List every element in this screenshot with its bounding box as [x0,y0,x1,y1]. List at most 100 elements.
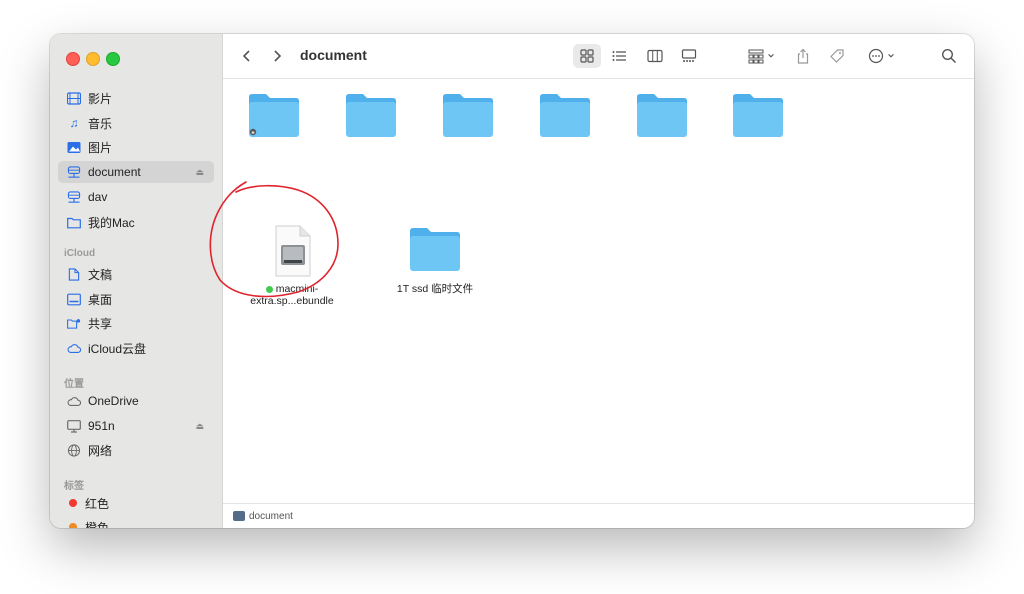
folder-item[interactable] [423,91,513,143]
sidebar-item-label: 951n [88,419,115,433]
sidebar-item-tag-red[interactable]: 红色 [58,492,214,514]
sidebar-item-label: 桌面 [88,292,113,307]
icon-view-button[interactable] [573,44,601,68]
sidebar-item-label: 共享 [88,316,113,331]
eject-icon[interactable]: ⏏ [195,421,204,432]
network-drive-icon [233,511,245,521]
chevron-right-icon[interactable] [267,44,287,68]
gallery-icon [681,49,697,62]
search-button[interactable] [939,44,959,68]
tag-red-dot [69,499,77,507]
disk-image-item[interactable]: macmini- extra.sp...ebundle [242,225,342,307]
sidebar-item-951n[interactable]: 951n ⏏ [58,415,214,437]
folder-item[interactable] [617,91,707,143]
folder-icon [346,94,396,137]
tag-orange-dot [69,523,77,528]
sidebar-item-icloud-drive[interactable]: iCloud云盘 [58,337,214,359]
sidebar-item-tag-orange[interactable]: 橙色 [58,516,214,528]
more-actions-button[interactable] [863,44,899,68]
network-drive-icon [66,190,82,204]
film-icon [66,91,82,105]
network-drive-icon [66,165,82,179]
shared-folder-icon [66,316,82,330]
photo-icon [66,140,82,154]
sidebar-item-label: 网络 [88,443,113,458]
sidebar-item-document[interactable]: document ⏏ [58,161,214,183]
sidebar-item-label: 文稿 [88,267,113,282]
folder-item[interactable] [326,91,416,143]
sidebar-item-label: 橙色 [85,520,110,529]
sidebar-item-movies[interactable]: 影片 [58,87,214,109]
chevron-left-icon[interactable] [237,44,257,68]
sidebar-item-label: 红色 [85,496,110,511]
sidebar-item-pictures[interactable]: 图片 [58,136,214,158]
folder-item[interactable] [520,91,610,143]
finder-window: 影片 ♫ 音乐 图片 document ⏏ dav 我的Mac iCloud 文… [50,34,974,528]
close-button[interactable] [66,52,80,66]
sidebar-item-music[interactable]: ♫ 音乐 [58,112,214,134]
sidebar-item-label: 影片 [88,91,113,106]
sidebar-item-shared[interactable]: 共享 [58,312,214,334]
tag-button[interactable] [827,44,847,68]
sidebar-item-label: iCloud云盘 [88,341,147,356]
list-view-button[interactable] [607,44,631,68]
search-icon [941,48,957,64]
cloud-icon [66,341,82,355]
sidebar-item-label: OneDrive [88,394,139,408]
column-view-button[interactable] [643,44,667,68]
sidebar-item-onedrive[interactable]: OneDrive [58,390,214,412]
chevron-down-icon [767,54,774,58]
sidebar-item-network[interactable]: 网络 [58,439,214,461]
folder-icon [66,215,82,229]
columns-icon [647,49,663,63]
group-grid-icon [748,49,763,64]
folder-icon [540,94,590,137]
folder-icon [637,94,687,137]
grid-icon [580,49,594,63]
file-name: 1T ssd 临时文件 [396,283,474,295]
desktop-icon [66,292,82,306]
sidebar-item-dav[interactable]: dav [58,186,214,208]
sidebar-item-label: 音乐 [88,116,113,131]
tag-green-dot [265,285,273,293]
monitor-icon [66,419,82,433]
disk-image-icon [275,225,311,277]
folder-icon [249,94,299,137]
tag-icon [830,49,844,63]
folder-item[interactable] [713,91,803,143]
sidebar-section-tags: 标签 [64,481,84,492]
folder-icon [443,94,493,137]
cloud-icon [66,394,82,408]
sidebar-item-my-mac[interactable]: 我的Mac [58,211,214,233]
globe-icon [66,443,82,457]
music-icon: ♫ [69,116,79,130]
file-name: macmini- extra.sp...ebundle [250,283,334,307]
sidebar-item-label: dav [88,190,108,204]
minimize-button[interactable] [86,52,100,66]
sidebar-item-label: 图片 [88,140,113,155]
share-icon [797,48,809,64]
gallery-view-button[interactable] [677,44,701,68]
sidebar-item-documents[interactable]: 文稿 [58,263,214,285]
eject-icon[interactable]: ⏏ [195,167,204,178]
ellipsis-circle-icon [868,48,883,64]
folder-icon [733,94,783,137]
path-bar: document [223,503,974,528]
folder-item[interactable] [229,91,319,143]
group-by-button[interactable] [743,44,779,68]
sidebar-item-desktop[interactable]: 桌面 [58,288,214,310]
folder-item[interactable]: 1T ssd 临时文件 [387,225,483,295]
toolbar: document [223,34,974,79]
sidebar-section-locations: 位置 [64,379,84,390]
document-icon [66,267,82,281]
sidebar-item-label: document [88,165,141,179]
path-bar-item[interactable]: document [249,511,293,522]
sidebar-section-icloud: iCloud [64,248,96,259]
zoom-button[interactable] [106,52,120,66]
file-grid: macmini- extra.sp...ebundle 1T ssd 临时文件 [223,79,974,504]
window-title: document [300,47,367,63]
list-icon [612,51,626,61]
folder-icon [410,228,460,271]
sidebar: 影片 ♫ 音乐 图片 document ⏏ dav 我的Mac iCloud 文… [50,34,223,528]
share-button[interactable] [793,44,813,68]
